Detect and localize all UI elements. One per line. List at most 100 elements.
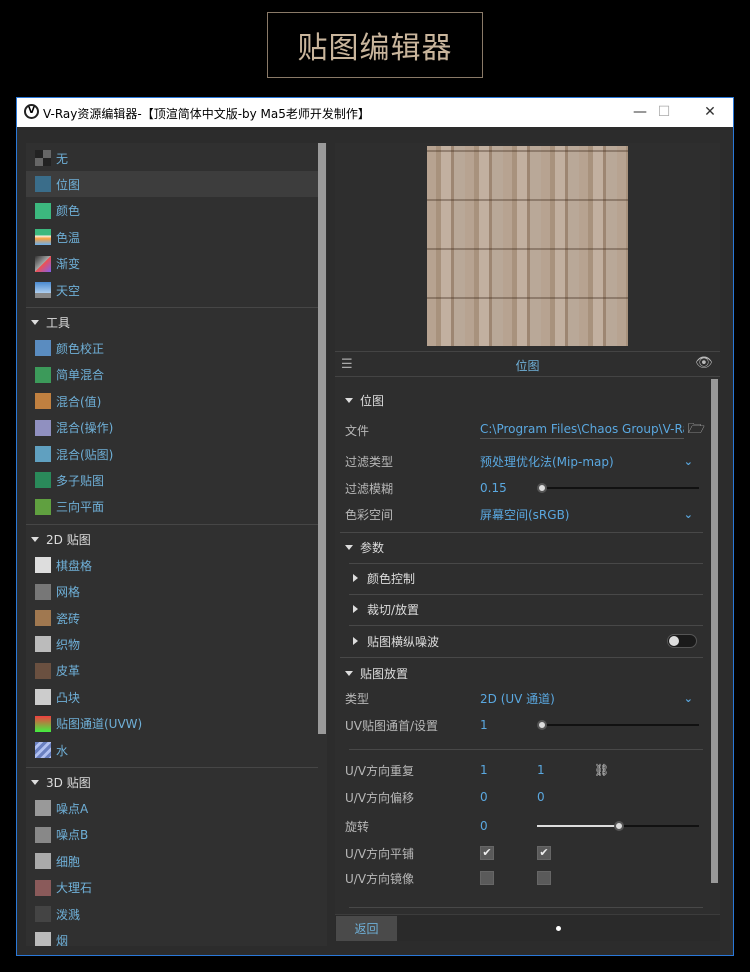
close-button[interactable]: ✕ bbox=[687, 98, 733, 127]
eye-icon[interactable]: 👁 bbox=[695, 355, 713, 371]
expand-icon bbox=[345, 397, 353, 403]
mirror-v-checkbox[interactable] bbox=[537, 871, 551, 885]
texture-type-icon bbox=[35, 662, 51, 679]
list-item[interactable]: 色温 bbox=[26, 224, 318, 250]
list-item[interactable]: 混合(操作) bbox=[26, 415, 318, 441]
list-item-label: 无 bbox=[56, 151, 69, 166]
noise-toggle[interactable] bbox=[667, 634, 697, 648]
list-item[interactable]: 无 bbox=[26, 145, 318, 171]
list-item[interactable]: 瓷砖 bbox=[26, 605, 318, 631]
list-item-label: 泼溅 bbox=[56, 907, 81, 922]
list-item-label: 颜色 bbox=[56, 204, 81, 219]
list-item-label: 织物 bbox=[56, 637, 81, 652]
filter-type-row: 过滤类型 预处理优化法(Mip-map) ⌄ bbox=[345, 453, 693, 470]
folder-open-icon[interactable]: 🗁 bbox=[688, 418, 705, 442]
list-item[interactable]: 三向平面 bbox=[26, 494, 318, 520]
properties-panel: ☰ 位图 👁 位图 文件 C:\Program Files\Chaos Group… bbox=[335, 143, 720, 941]
chevron-down-icon[interactable]: ⌄ bbox=[684, 692, 693, 705]
list-item[interactable]: 混合(贴图) bbox=[26, 441, 318, 467]
list-item[interactable]: 泼溅 bbox=[26, 901, 318, 927]
uv-offset-row: U/V方向偏移 0 0 bbox=[345, 790, 545, 805]
collapse-icon bbox=[31, 319, 39, 325]
list-item[interactable]: 简单混合 bbox=[26, 362, 318, 388]
list-scrollbar[interactable] bbox=[318, 143, 326, 734]
mirror-u-checkbox[interactable] bbox=[480, 871, 494, 885]
list-item-label: 凸块 bbox=[56, 690, 81, 705]
offset-u-field[interactable]: 0 bbox=[480, 790, 537, 804]
section-params[interactable]: 参数 bbox=[345, 535, 705, 559]
repeat-v-field[interactable]: 1 bbox=[537, 763, 594, 777]
collapse-icon bbox=[31, 536, 39, 542]
file-row: 文件 C:\Program Files\Chaos Group\V-Ra... 🗁 bbox=[345, 418, 705, 442]
window-title: V-Ray资源编辑器-【顶渲简体中文版-by Ma5老师开发制作】 bbox=[43, 107, 370, 121]
type-row: 类型 2D (UV 通道) ⌄ bbox=[345, 690, 693, 707]
rotate-value[interactable]: 0 bbox=[480, 819, 537, 833]
section-bitmap[interactable]: 位图 bbox=[345, 388, 705, 412]
color-space-dropdown[interactable]: 屏幕空间(sRGB) bbox=[480, 506, 570, 523]
list-item[interactable]: 贴图通道(UVW) bbox=[26, 711, 318, 737]
texture-preview-image bbox=[427, 146, 628, 346]
list-item[interactable]: 混合(值) bbox=[26, 388, 318, 414]
bottom-bar: 返回 bbox=[335, 914, 720, 941]
title-bar[interactable]: V V-Ray资源编辑器-【顶渲简体中文版-by Ma5老师开发制作】 — ☐ … bbox=[17, 98, 733, 127]
chevron-down-icon[interactable]: ⌄ bbox=[684, 455, 693, 468]
list-item[interactable]: 颜色 bbox=[26, 198, 318, 224]
divider bbox=[26, 307, 318, 309]
list-item-label: 混合(贴图) bbox=[56, 447, 114, 462]
section-placement[interactable]: 贴图放置 bbox=[345, 661, 705, 685]
list-item[interactable]: 颜色校正 bbox=[26, 335, 318, 361]
texture-type-icon bbox=[35, 932, 51, 946]
tile-u-checkbox[interactable]: ✔ bbox=[480, 846, 494, 860]
list-item-label: 渐变 bbox=[56, 257, 81, 272]
list-item[interactable]: 多子贴图 bbox=[26, 467, 318, 493]
texture-type-icon bbox=[35, 583, 51, 600]
tile-v-checkbox[interactable]: ✔ bbox=[537, 846, 551, 860]
rotate-slider[interactable] bbox=[537, 821, 699, 831]
list-item[interactable]: 皮革 bbox=[26, 658, 318, 684]
group-title: 工具 bbox=[46, 315, 71, 330]
section-noise[interactable]: 贴图横纵噪波 bbox=[353, 629, 713, 653]
uv-channel-value[interactable]: 1 bbox=[480, 718, 537, 732]
list-item[interactable]: 噪点A bbox=[26, 795, 318, 821]
list-item-label: 颜色校正 bbox=[56, 341, 105, 356]
list-item[interactable]: 织物 bbox=[26, 631, 318, 657]
list-item[interactable]: 渐变 bbox=[26, 251, 318, 277]
link-icon[interactable]: ⛓ bbox=[594, 763, 609, 777]
offset-v-field[interactable]: 0 bbox=[537, 790, 545, 804]
collapse-icon bbox=[31, 779, 39, 785]
list-item[interactable]: 噪点B bbox=[26, 822, 318, 848]
group-title: 3D 贴图 bbox=[46, 775, 91, 790]
list-item[interactable]: 大理石 bbox=[26, 875, 318, 901]
filter-blur-value[interactable]: 0.15 bbox=[480, 481, 537, 495]
list-item-label: 噪点A bbox=[56, 801, 89, 816]
group-header[interactable]: 3D 贴图 bbox=[26, 769, 318, 795]
list-item[interactable]: 凸块 bbox=[26, 684, 318, 710]
filter-type-dropdown[interactable]: 预处理优化法(Mip-map) bbox=[480, 453, 614, 470]
uv-channel-slider[interactable] bbox=[537, 720, 699, 730]
filter-blur-slider[interactable] bbox=[537, 483, 699, 493]
list-item-label: 棋盘格 bbox=[56, 558, 93, 573]
group-header[interactable]: 2D 贴图 bbox=[26, 526, 318, 552]
list-item[interactable]: 网格 bbox=[26, 579, 318, 605]
list-item[interactable]: 天空 bbox=[26, 277, 318, 303]
list-item[interactable]: 烟 bbox=[26, 927, 318, 946]
list-item[interactable]: 水 bbox=[26, 737, 318, 763]
list-item-label: 三向平面 bbox=[56, 500, 105, 515]
color-space-row: 色彩空间 屏幕空间(sRGB) ⌄ bbox=[345, 506, 693, 523]
group-header[interactable]: 工具 bbox=[26, 309, 318, 335]
rotate-row: 旋转 0 bbox=[345, 814, 705, 838]
texture-type-icon bbox=[35, 366, 51, 383]
maximize-button[interactable]: ☐ bbox=[641, 98, 687, 127]
chevron-down-icon[interactable]: ⌄ bbox=[684, 508, 693, 521]
back-button[interactable]: 返回 bbox=[336, 916, 397, 941]
list-item-label: 天空 bbox=[56, 283, 81, 298]
section-color-control[interactable]: 颜色控制 bbox=[353, 566, 713, 590]
list-item-label: 多子贴图 bbox=[56, 473, 105, 488]
repeat-u-field[interactable]: 1 bbox=[480, 763, 537, 777]
list-item[interactable]: 棋盘格 bbox=[26, 552, 318, 578]
type-dropdown[interactable]: 2D (UV 通道) bbox=[480, 690, 555, 707]
list-item[interactable]: 细胞 bbox=[26, 848, 318, 874]
file-path-field[interactable]: C:\Program Files\Chaos Group\V-Ra... bbox=[480, 422, 684, 439]
section-crop-place[interactable]: 裁切/放置 bbox=[353, 597, 713, 621]
list-item[interactable]: 位图 bbox=[26, 171, 318, 198]
